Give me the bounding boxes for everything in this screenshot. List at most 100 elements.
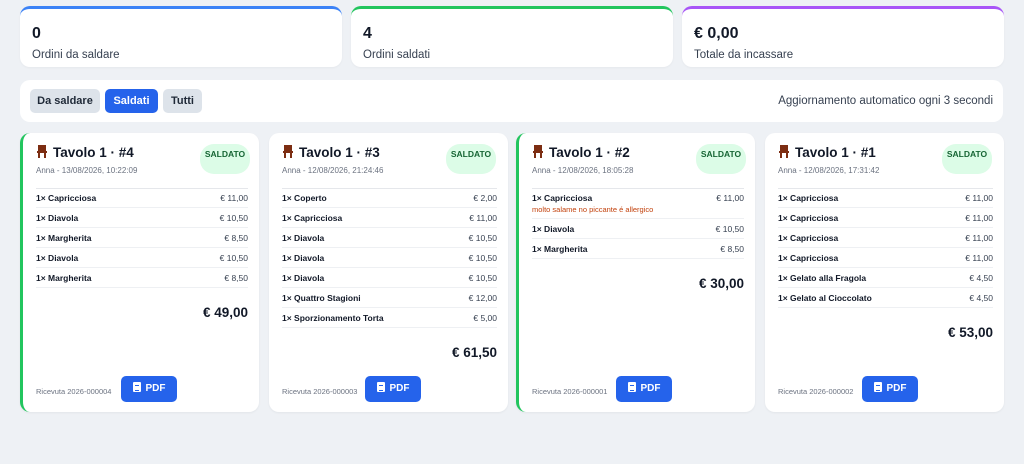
order-item-row: 1× Capricciosa € 11,00: [778, 228, 993, 248]
item-price: € 5,00: [473, 313, 497, 323]
tab-da-saldare[interactable]: Da saldare: [30, 89, 100, 113]
item-name: 1× Capricciosa: [778, 213, 839, 223]
order-item-row: 1× Gelato al Cioccolato € 4,50: [778, 288, 993, 308]
item-price: € 11,00: [965, 193, 993, 203]
order-items: 1× Capricciosa € 11,00 1× Diavola € 10,50 1×…: [36, 188, 248, 288]
item-name: 1× Capricciosa: [778, 253, 839, 263]
pdf-label: PDF: [145, 383, 166, 394]
stat-label: Ordini saldati: [363, 49, 431, 61]
order-total: € 49,00: [202, 305, 248, 320]
order-title-text: Tavolo 1 · #4: [53, 145, 134, 160]
item-name: 1× Sporzionamento Torta: [282, 313, 384, 323]
item-name: 1× Gelato alla Fragola: [778, 273, 867, 283]
item-name: 1× Diavola: [36, 213, 79, 223]
item-price: € 4,50: [969, 273, 993, 283]
order-item-row: 1× Diavola € 10,50: [282, 248, 497, 268]
pdf-button[interactable]: PDF: [862, 376, 918, 402]
pdf-button[interactable]: PDF: [121, 376, 177, 402]
stat-label: Ordini da saldare: [32, 49, 120, 61]
item-price: € 11,00: [716, 193, 744, 203]
order-item-row: 1× Capricciosa € 11,00: [778, 248, 993, 268]
document-icon: [376, 382, 385, 392]
order-title-text: Tavolo 1 · #3: [299, 145, 380, 160]
status-badge: SALDATO: [200, 144, 250, 174]
receipt-number: Ricevuta 2026-000003: [282, 387, 358, 396]
order-title: Tavolo 1 · #2: [532, 145, 630, 160]
order-item-row: 1× Margherita € 8,50: [36, 228, 248, 248]
order-item-row: 1× Margherita € 8,50: [532, 239, 744, 259]
order-item-row: 1× Diavola € 10,50: [282, 268, 497, 288]
item-name: 1× Capricciosa: [778, 233, 839, 243]
stat-card-paid: 4 Ordini saldati: [351, 6, 673, 67]
pdf-label: PDF: [886, 383, 907, 394]
item-name: 1× Diavola: [532, 224, 575, 234]
item-price: € 11,00: [469, 213, 497, 223]
item-name: 1× Diavola: [282, 253, 325, 263]
order-title: Tavolo 1 · #4: [36, 145, 134, 160]
status-badge: SALDATO: [942, 144, 992, 174]
item-name: 1× Coperto: [282, 193, 327, 203]
item-price: € 11,00: [220, 193, 248, 203]
stat-value: 0: [32, 25, 41, 42]
item-name: 1× Diavola: [36, 253, 79, 263]
order-subtitle: Anna - 12/08/2026, 17:31:42: [778, 166, 880, 175]
pdf-button[interactable]: PDF: [365, 376, 421, 402]
tab-saldati[interactable]: Saldati: [105, 89, 158, 113]
receipt-number: Ricevuta 2026-000004: [36, 387, 112, 396]
order-items: 1× Capricciosa € 11,00 1× Capricciosa € 11,…: [778, 188, 993, 308]
pdf-label: PDF: [640, 383, 661, 394]
stat-value: € 0,00: [694, 25, 739, 42]
pdf-button[interactable]: PDF: [616, 376, 672, 402]
stat-label: Totale da incassare: [694, 49, 794, 61]
order-item-row: 1× Gelato alla Fragola € 4,50: [778, 268, 993, 288]
item-price: € 8,50: [224, 273, 248, 283]
tab-tutti[interactable]: Tutti: [163, 89, 202, 113]
item-name: 1× Margherita: [36, 273, 92, 283]
order-item-row: 1× Diavola € 10,50: [36, 248, 248, 268]
auto-refresh-note: Aggiornamento automatico ogni 3 secondi: [778, 95, 993, 107]
item-name: 1× Margherita: [532, 244, 588, 254]
stat-value: 4: [363, 25, 372, 42]
order-item-row: 1× Capricciosa € 11,00: [282, 208, 497, 228]
order-title: Tavolo 1 · #3: [282, 145, 380, 160]
item-note: molto salame no piccante é allergico: [532, 205, 654, 214]
item-price: € 8,50: [720, 244, 744, 254]
item-price: € 12,00: [468, 293, 497, 303]
stat-card-to-collect: € 0,00 Totale da incassare: [682, 6, 1004, 67]
filter-toolbar: Da saldare Saldati Tutti Aggiornamento a…: [20, 80, 1003, 122]
item-price: € 10,50: [715, 224, 744, 234]
status-badge: SALDATO: [446, 144, 496, 174]
item-name: 1× Margherita: [36, 233, 92, 243]
order-items: 1× Coperto € 2,00 1× Capricciosa € 11,00 1× …: [282, 188, 497, 328]
item-name: 1× Capricciosa: [282, 213, 343, 223]
order-subtitle: Anna - 13/08/2026, 10:22:09: [36, 166, 138, 175]
order-item-row: 1× Margherita € 8,50: [36, 268, 248, 288]
document-icon: [873, 382, 882, 392]
order-item-row: 1× Sporzionamento Torta € 5,00: [282, 308, 497, 328]
order-card: Tavolo 1 · #3 Anna - 12/08/2026, 21:24:46…: [269, 133, 508, 412]
item-name: 1× Capricciosa: [532, 193, 593, 203]
item-name: 1× Capricciosa: [778, 193, 839, 203]
order-item-row: 1× Capricciosa € 11,00: [778, 208, 993, 228]
item-price: € 10,50: [468, 273, 497, 283]
item-name: 1× Diavola: [282, 273, 325, 283]
order-item-row: 1× Diavola € 10,50: [532, 219, 744, 239]
item-price: € 11,00: [965, 213, 993, 223]
item-price: € 2,00: [473, 193, 497, 203]
stat-card-unpaid: 0 Ordini da saldare: [20, 6, 342, 67]
order-total: € 61,50: [451, 345, 497, 360]
item-name: 1× Diavola: [282, 233, 325, 243]
pdf-label: PDF: [389, 383, 410, 394]
item-name: 1× Capricciosa: [36, 193, 97, 203]
order-title-text: Tavolo 1 · #2: [549, 145, 630, 160]
order-total: € 53,00: [947, 325, 993, 340]
receipt-number: Ricevuta 2026-000002: [778, 387, 854, 396]
status-badge: SALDATO: [696, 144, 746, 174]
chair-icon: [533, 145, 543, 158]
item-price: € 10,50: [219, 253, 248, 263]
order-item-row: 1× Diavola € 10,50: [36, 208, 248, 228]
item-price: € 11,00: [965, 253, 993, 263]
document-icon: [132, 382, 141, 392]
item-price: € 10,50: [468, 253, 497, 263]
chair-icon: [37, 145, 47, 158]
